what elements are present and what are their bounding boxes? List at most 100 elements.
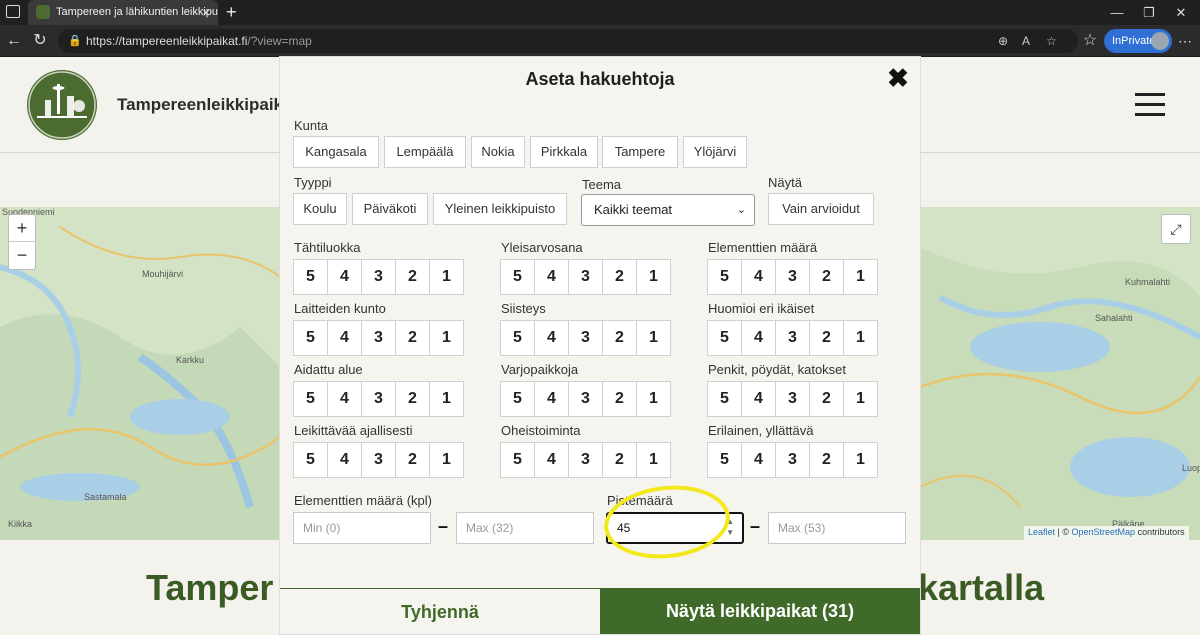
window-close-icon[interactable]: ✕ xyxy=(1158,0,1200,25)
browser-tab[interactable]: Tampereen ja lähikuntien leikkipu × xyxy=(28,0,218,25)
rating-option[interactable]: 4 xyxy=(534,381,569,417)
rating-option[interactable]: 5 xyxy=(500,381,535,417)
rating-option[interactable]: 1 xyxy=(843,381,878,417)
back-icon[interactable]: ← xyxy=(2,29,26,53)
rating-option[interactable]: 4 xyxy=(327,259,362,295)
kunta-option[interactable]: Nokia xyxy=(471,136,525,168)
rating-option[interactable]: 3 xyxy=(568,442,603,478)
rating-option[interactable]: 2 xyxy=(809,442,844,478)
fullscreen-icon[interactable]: ⤢ xyxy=(1161,214,1191,244)
rating-option[interactable]: 5 xyxy=(293,320,328,356)
rating-option[interactable]: 1 xyxy=(429,381,464,417)
rating-option[interactable]: 2 xyxy=(809,320,844,356)
rating-option[interactable]: 5 xyxy=(500,320,535,356)
inprivate-badge[interactable]: InPrivate xyxy=(1104,29,1172,53)
points-max-input[interactable]: Max (53) xyxy=(768,512,906,544)
rating-option[interactable]: 4 xyxy=(327,320,362,356)
rating-option[interactable]: 5 xyxy=(707,381,742,417)
rating-option[interactable]: 1 xyxy=(636,259,671,295)
favorite-star-icon[interactable]: ☆ xyxy=(1046,29,1057,53)
rating-option[interactable]: 3 xyxy=(361,442,396,478)
menu-icon[interactable] xyxy=(1135,93,1165,117)
clear-button[interactable]: Tyhjennä xyxy=(280,588,600,634)
rating-option[interactable]: 2 xyxy=(602,259,637,295)
kunta-option[interactable]: Kangasala xyxy=(293,136,379,168)
rating-option[interactable]: 1 xyxy=(636,442,671,478)
rating-option[interactable]: 3 xyxy=(568,381,603,417)
new-tab-icon[interactable]: + xyxy=(226,0,237,24)
rating-option[interactable]: 4 xyxy=(741,381,776,417)
tyyppi-option[interactable]: Koulu xyxy=(293,193,347,225)
rating-option[interactable]: 4 xyxy=(741,259,776,295)
rating-option[interactable]: 5 xyxy=(500,442,535,478)
rating-option[interactable]: 3 xyxy=(775,320,810,356)
rating-option[interactable]: 4 xyxy=(741,442,776,478)
elements-max-input[interactable]: Max (32) xyxy=(456,512,594,544)
kunta-option[interactable]: Lempäälä xyxy=(384,136,466,168)
nayta-option[interactable]: Vain arvioidut xyxy=(768,193,874,225)
rating-option[interactable]: 2 xyxy=(809,381,844,417)
zoom-in-button[interactable]: + xyxy=(9,215,35,242)
rating-option[interactable]: 2 xyxy=(602,320,637,356)
rating-option[interactable]: 1 xyxy=(429,320,464,356)
rating-option[interactable]: 3 xyxy=(568,320,603,356)
rating-option[interactable]: 1 xyxy=(429,442,464,478)
rating-option[interactable]: 3 xyxy=(361,320,396,356)
osm-link[interactable]: OpenStreetMap xyxy=(1072,527,1136,537)
rating-option[interactable]: 3 xyxy=(568,259,603,295)
rating-option[interactable]: 4 xyxy=(741,320,776,356)
site-logo-icon[interactable] xyxy=(27,70,97,140)
kunta-option[interactable]: Ylöjärvi xyxy=(683,136,747,168)
rating-option[interactable]: 5 xyxy=(500,259,535,295)
favorites-icon[interactable]: ☆ xyxy=(1078,29,1102,53)
zoom-out-button[interactable]: − xyxy=(9,242,35,269)
rating-option[interactable]: 1 xyxy=(636,381,671,417)
rating-option[interactable]: 2 xyxy=(395,442,430,478)
rating-option[interactable]: 1 xyxy=(636,320,671,356)
rating-option[interactable]: 2 xyxy=(395,259,430,295)
rating-option[interactable]: 5 xyxy=(707,442,742,478)
leaflet-link[interactable]: Leaflet xyxy=(1028,527,1055,537)
rating-option[interactable]: 2 xyxy=(602,442,637,478)
site-title[interactable]: Tampereenleikkipaik xyxy=(117,95,283,115)
more-options-icon[interactable]: ⋯ xyxy=(1178,29,1192,53)
rating-option[interactable]: 5 xyxy=(707,259,742,295)
rating-option[interactable]: 4 xyxy=(534,442,569,478)
rating-option[interactable]: 4 xyxy=(327,442,362,478)
rating-option[interactable]: 1 xyxy=(843,320,878,356)
rating-option[interactable]: 2 xyxy=(809,259,844,295)
read-aloud-icon[interactable]: A xyxy=(1022,29,1030,53)
zoom-icon[interactable]: ⊕ xyxy=(998,29,1008,53)
rating-option[interactable]: 1 xyxy=(429,259,464,295)
rating-option[interactable]: 4 xyxy=(327,381,362,417)
rating-option[interactable]: 3 xyxy=(775,259,810,295)
rating-option[interactable]: 3 xyxy=(775,442,810,478)
rating-option[interactable]: 3 xyxy=(361,259,396,295)
refresh-icon[interactable]: ↻ xyxy=(28,29,52,53)
rating-option[interactable]: 5 xyxy=(293,442,328,478)
tab-close-icon[interactable]: × xyxy=(202,0,210,25)
url-input[interactable]: 🔒 https://tampereenleikkipaikat.fi/?view… xyxy=(58,29,1078,53)
rating-option[interactable]: 1 xyxy=(843,259,878,295)
tyyppi-option[interactable]: Päiväkoti xyxy=(352,193,428,225)
rating-option[interactable]: 5 xyxy=(293,259,328,295)
kunta-option[interactable]: Pirkkala xyxy=(530,136,598,168)
rating-option[interactable]: 2 xyxy=(395,320,430,356)
rating-option[interactable]: 4 xyxy=(534,320,569,356)
rating-selector: 54321 xyxy=(707,381,883,417)
rating-option[interactable]: 3 xyxy=(775,381,810,417)
rating-option[interactable]: 4 xyxy=(534,259,569,295)
tab-actions-icon[interactable] xyxy=(6,5,20,18)
kunta-option[interactable]: Tampere xyxy=(602,136,678,168)
show-results-button[interactable]: Näytä leikkipaikat (31) xyxy=(600,588,920,634)
elements-min-input[interactable]: Min (0) xyxy=(293,512,431,544)
rating-option[interactable]: 5 xyxy=(293,381,328,417)
rating-option[interactable]: 2 xyxy=(602,381,637,417)
rating-option[interactable]: 1 xyxy=(843,442,878,478)
tyyppi-option[interactable]: Yleinen leikkipuisto xyxy=(433,193,567,225)
teema-select[interactable]: Kaikki teemat ⌄ xyxy=(581,194,755,226)
rating-option[interactable]: 3 xyxy=(361,381,396,417)
rating-option[interactable]: 5 xyxy=(707,320,742,356)
close-icon[interactable]: ✖ xyxy=(884,65,912,93)
rating-option[interactable]: 2 xyxy=(395,381,430,417)
